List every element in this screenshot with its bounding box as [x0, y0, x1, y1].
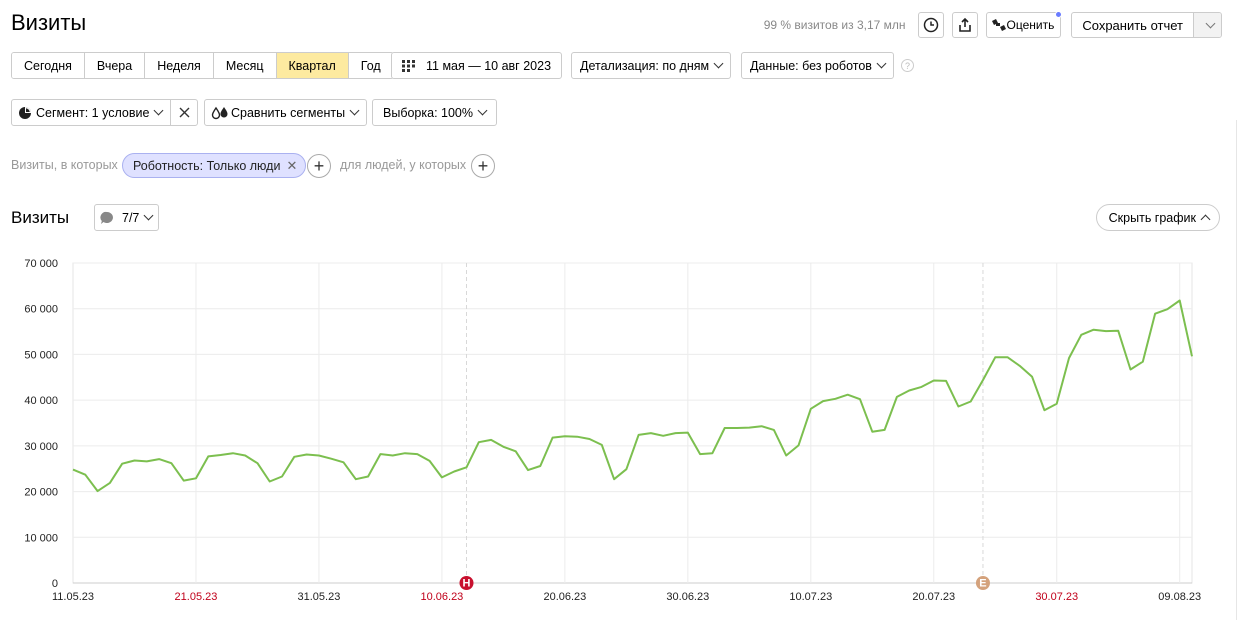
hide-chart-label: Скрыть график	[1108, 210, 1196, 225]
history-button[interactable]	[917, 12, 944, 38]
y-tick-label: 50 000	[24, 349, 58, 361]
period-yesterday[interactable]: Вчера	[84, 53, 146, 78]
period-today[interactable]: Сегодня	[12, 53, 85, 78]
help-icon[interactable]: ?	[901, 59, 914, 72]
data-filter-label: Данные: без роботов	[750, 58, 872, 73]
y-tick-label: 70 000	[24, 258, 58, 270]
x-tick-label: 31.05.23	[298, 591, 341, 603]
y-tick-label: 10 000	[24, 532, 58, 544]
chevron-down-icon	[876, 58, 887, 69]
clear-segment-button[interactable]	[171, 100, 197, 125]
notification-dot	[1055, 11, 1063, 18]
visits-filter-label: Визиты, в которых	[11, 158, 118, 172]
rate-label: Оценить	[1006, 18, 1055, 32]
compare-label: Сравнить сегменты	[231, 105, 346, 120]
comment-icon	[100, 211, 113, 224]
compare-segments-dropdown[interactable]: Сравнить сегменты	[204, 99, 368, 126]
segment-group: Сегмент: 1 условие	[11, 99, 199, 126]
filter-chip-robots[interactable]: Роботность: Только люди ✕	[122, 153, 307, 178]
calendar-icon	[402, 59, 415, 72]
plus-icon: +	[477, 156, 489, 176]
hide-chart-button[interactable]: Скрыть график	[1095, 204, 1220, 231]
sample-quota: 99 % визитов из 3,17 млн	[763, 18, 906, 32]
annotations-dropdown[interactable]: 7/7	[94, 204, 160, 231]
period-month[interactable]: Месяц	[213, 53, 277, 78]
scrollbar-track[interactable]	[1236, 120, 1242, 620]
x-tick-label: 09.08.23	[1158, 591, 1201, 603]
annotations-count: 7/7	[122, 210, 140, 225]
chart-title: Визиты	[11, 208, 70, 227]
visits-line-chart[interactable]: 0 10 000 20 000 30 000 40 000 50 000 60 000 70 …	[0, 250, 1242, 610]
period-quarter[interactable]: Квартал	[276, 53, 349, 78]
export-button[interactable]	[951, 12, 978, 38]
series-line-visits	[72, 299, 1193, 493]
period-year[interactable]: Год	[348, 53, 393, 78]
filter-chip-label: Роботность: Только люди	[133, 158, 281, 173]
plot-frame	[72, 262, 1193, 584]
x-tick-label: 30.07.23	[1035, 591, 1078, 603]
detail-dropdown[interactable]: Детализация: по дням	[571, 52, 732, 79]
y-tick-label: 0	[52, 578, 58, 590]
data-filter-dropdown[interactable]: Данные: без роботов	[741, 52, 894, 79]
x-tick-label: 10.07.23	[789, 591, 832, 603]
close-icon	[179, 107, 190, 118]
chevron-down-icon	[477, 105, 488, 116]
x-tick-label: 20.07.23	[912, 591, 955, 603]
x-tick-label: 20.06.23	[543, 591, 586, 603]
segment-label: Сегмент: 1 условие	[36, 105, 150, 120]
period-selector: Сегодня Вчера Неделя Месяц Квартал Год	[11, 52, 394, 79]
pie-chart-icon	[19, 106, 31, 119]
chevron-down-icon	[713, 58, 724, 69]
close-icon[interactable]: ✕	[286, 158, 297, 174]
segment-dropdown[interactable]: Сегмент: 1 условие	[12, 100, 172, 125]
x-tick-label: 11.05.23	[52, 591, 94, 603]
chevron-down-icon	[349, 105, 360, 116]
date-range-label: 11 мая — 10 авг 2023	[426, 58, 552, 73]
x-tick-label: 21.05.23	[175, 591, 218, 603]
y-tick-label: 60 000	[24, 304, 58, 316]
add-visit-filter-button[interactable]: +	[307, 154, 331, 178]
drops-icon	[211, 106, 228, 119]
annotation-marker-label: Н	[463, 578, 471, 590]
period-week[interactable]: Неделя	[145, 53, 214, 78]
chevron-down-icon	[1205, 18, 1216, 28]
thumbs-icon	[991, 19, 1006, 31]
annotation-marker-label: Е	[979, 578, 986, 590]
save-report-group: Сохранить отчет	[1071, 12, 1222, 38]
sample-dropdown[interactable]: Выборка: 100%	[372, 99, 497, 126]
y-tick-label: 20 000	[24, 487, 58, 499]
date-range-button[interactable]: 11 мая — 10 авг 2023	[391, 52, 563, 79]
clock-icon	[923, 17, 938, 33]
top-right-toolbar: 99 % визитов из 3,17 млн Оценить Сохрани…	[763, 11, 1222, 38]
share-icon	[958, 17, 971, 32]
chevron-down-icon	[143, 210, 154, 221]
plus-icon: +	[313, 156, 325, 176]
x-tick-label: 10.06.23	[420, 591, 463, 603]
add-people-filter-button[interactable]: +	[471, 154, 495, 178]
x-tick-label: 30.06.23	[666, 591, 709, 603]
page-title: Визиты	[11, 10, 87, 35]
rate-button[interactable]: Оценить	[985, 11, 1063, 38]
chevron-down-icon	[153, 105, 164, 116]
save-report-button[interactable]: Сохранить отчет	[1072, 13, 1193, 37]
y-tick-label: 30 000	[24, 441, 58, 453]
sample-label: Выборка: 100%	[383, 105, 473, 120]
y-tick-label: 40 000	[24, 395, 58, 407]
chevron-up-icon	[1200, 214, 1211, 225]
save-options-button[interactable]	[1193, 13, 1221, 37]
people-filter-label: для людей, у которых	[340, 158, 467, 172]
detail-label: Детализация: по дням	[580, 58, 710, 73]
